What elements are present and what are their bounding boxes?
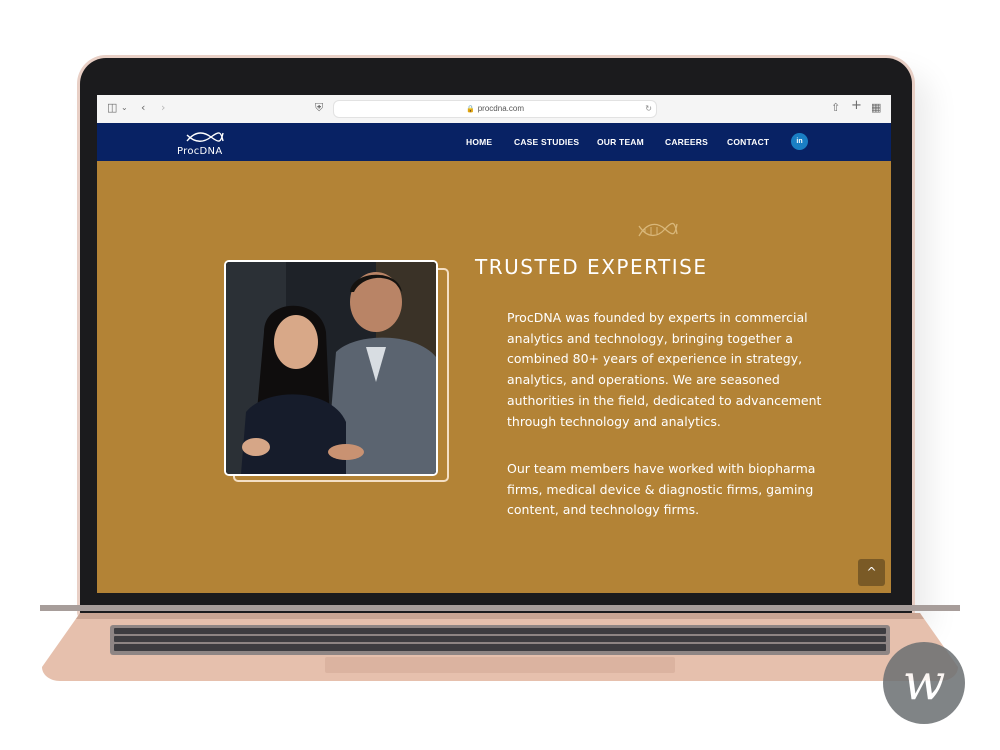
linkedin-icon[interactable]: in bbox=[791, 133, 808, 150]
team-photo bbox=[224, 260, 438, 476]
nav-item-home[interactable]: HOME bbox=[466, 123, 492, 161]
nav-item-case-studies[interactable]: CASE STUDIES bbox=[514, 123, 579, 161]
browser-window: ◫ ⌄ ‹ › ⛨ 🔒 procdna.com ↻ ⇧ + ▦ ProcDNA H… bbox=[97, 95, 891, 593]
lock-icon: 🔒 bbox=[466, 105, 475, 113]
forward-icon[interactable]: › bbox=[161, 102, 165, 114]
section-title: TRUSTED EXPERTISE bbox=[475, 255, 708, 279]
shield-icon[interactable]: ⛨ bbox=[315, 102, 323, 114]
laptop-keyboard-base bbox=[40, 605, 960, 681]
dna-logo-icon bbox=[186, 132, 224, 142]
team-paragraph: Our team members have worked with biopha… bbox=[507, 461, 816, 518]
nav-item-contact[interactable]: CONTACT bbox=[727, 123, 769, 161]
back-icon[interactable]: ‹ bbox=[141, 102, 145, 114]
procdna-logo[interactable]: ProcDNA bbox=[177, 129, 237, 157]
scroll-to-top-button[interactable]: ^ bbox=[858, 559, 885, 586]
plus-icon[interactable]: + bbox=[851, 99, 862, 112]
laptop-mockup: ◫ ⌄ ‹ › ⛨ 🔒 procdna.com ↻ ⇧ + ▦ ProcDNA H… bbox=[0, 0, 1000, 750]
sidebar-icon[interactable]: ◫ bbox=[107, 102, 117, 114]
url-text: procdna.com bbox=[477, 104, 524, 113]
site-header: ProcDNA HOME CASE STUDIES OUR TEAM CAREE… bbox=[97, 123, 891, 161]
watermark-logo: w bbox=[883, 642, 965, 724]
tabs-grid-icon[interactable]: ▦ bbox=[871, 102, 881, 114]
share-icon[interactable]: ⇧ bbox=[831, 102, 840, 114]
dna-helix-icon bbox=[638, 222, 678, 237]
browser-toolbar: ◫ ⌄ ‹ › ⛨ 🔒 procdna.com ↻ ⇧ + ▦ bbox=[97, 95, 891, 124]
chevron-down-icon[interactable]: ⌄ bbox=[121, 102, 128, 114]
people-image bbox=[226, 262, 436, 474]
intro-paragraph: ProcDNA was founded by experts in commer… bbox=[507, 310, 822, 429]
logo-text: ProcDNA bbox=[177, 146, 223, 157]
address-bar[interactable]: 🔒 procdna.com ↻ bbox=[333, 100, 657, 118]
nav-item-careers[interactable]: CAREERS bbox=[665, 123, 708, 161]
nav-item-our-team[interactable]: OUR TEAM bbox=[597, 123, 644, 161]
reload-icon[interactable]: ↻ bbox=[645, 101, 652, 117]
